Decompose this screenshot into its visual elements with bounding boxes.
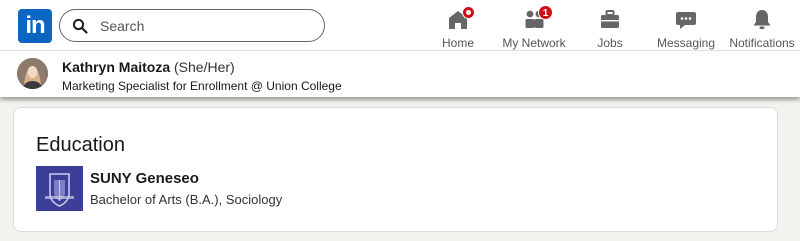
profile-name-line: Kathryn Maitoza (She/Her)	[62, 59, 235, 75]
degree: Bachelor of Arts (B.A.), Sociology	[90, 192, 283, 207]
notification-dot	[462, 6, 475, 19]
messaging-icon	[673, 8, 699, 32]
briefcase-icon	[597, 8, 623, 32]
my-network-icon: 1	[521, 5, 553, 32]
top-nav-bar: in Home 1 My Ne	[0, 0, 800, 51]
nav-messaging[interactable]: Messaging	[656, 0, 716, 51]
nav-my-network[interactable]: 1 My Network	[501, 0, 567, 51]
home-icon	[445, 6, 475, 32]
search-icon	[72, 18, 88, 34]
nav-home-label: Home	[441, 36, 474, 50]
nav-jobs-label: Jobs	[597, 36, 623, 50]
nav-notifications-label: Notifications	[729, 36, 795, 50]
nav-jobs[interactable]: Jobs	[594, 0, 626, 51]
avatar[interactable]	[17, 58, 48, 89]
profile-name: Kathryn Maitoza	[62, 59, 171, 75]
nav-messaging-label: Messaging	[656, 36, 716, 50]
section-title: Education	[36, 134, 125, 156]
nav-my-network-label: My Network	[502, 36, 566, 50]
bell-icon	[749, 8, 775, 32]
network-badge: 1	[538, 5, 553, 20]
nav-notifications[interactable]: Notifications	[729, 0, 795, 51]
profile-sticky-header: Kathryn Maitoza (She/Her) Marketing Spec…	[0, 51, 800, 97]
school-logo[interactable]	[36, 166, 83, 211]
profile-pronouns: (She/Her)	[174, 59, 235, 75]
search-input[interactable]	[100, 13, 300, 38]
linkedin-logo[interactable]: in	[18, 9, 52, 43]
nav-home[interactable]: Home	[437, 0, 479, 51]
profile-headline: Marketing Specialist for Enrollment @ Un…	[62, 79, 342, 93]
search-box[interactable]	[59, 9, 325, 42]
school-name[interactable]: SUNY Geneseo	[90, 170, 199, 187]
education-card: Education SUNY Geneseo Bachelor of Arts …	[13, 107, 778, 232]
